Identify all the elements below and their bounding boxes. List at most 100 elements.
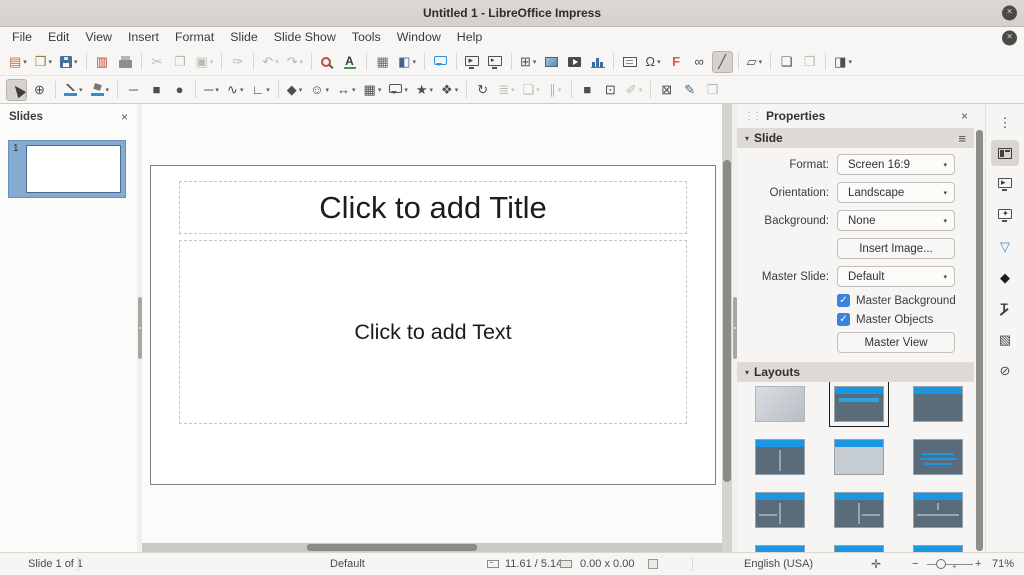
zoom-and-pan-button[interactable]: ⊕ (29, 79, 50, 101)
master-view-button[interactable]: Master View (837, 332, 955, 353)
export-pdf-button[interactable]: ▥ (92, 51, 113, 73)
special-character-button[interactable]: Ω▾ (642, 51, 663, 73)
hyperlink-button[interactable]: ∞ (689, 51, 710, 73)
menu-edit[interactable]: Edit (40, 27, 77, 48)
zoom-in-button[interactable]: + (975, 553, 981, 575)
lines-and-arrows-button[interactable]: ─▾ (201, 79, 222, 101)
menu-slide-show[interactable]: Slide Show (266, 27, 344, 48)
master-objects-checkbox[interactable]: ✓ (837, 313, 850, 326)
spelling-button[interactable] (340, 51, 361, 73)
sidebar-tab-master-slides[interactable]: ▧ (991, 326, 1019, 352)
new-presentation-button[interactable]: ▤▾ (6, 51, 30, 73)
block-arrows-button[interactable]: ↔▾ (334, 79, 359, 101)
print-button[interactable] (115, 51, 136, 73)
properties-close-icon[interactable]: × (961, 109, 968, 123)
collapse-icon[interactable]: ▾ (745, 134, 749, 143)
menu-window[interactable]: Window (389, 27, 449, 48)
display-views-button[interactable]: ◧▾ (395, 51, 419, 73)
document-close-icon[interactable]: × (1002, 30, 1017, 45)
sidebar-tab-styles[interactable] (991, 295, 1019, 321)
ellipse-button[interactable]: ● (169, 79, 190, 101)
menu-format[interactable]: Format (167, 27, 222, 48)
find-and-replace-button[interactable] (317, 51, 338, 73)
format-dropdown[interactable]: Screen 16:9 ▾ (837, 154, 955, 175)
rotate-button[interactable]: ↻ (472, 79, 493, 101)
splitter-handle[interactable] (733, 297, 737, 359)
insert-text-box-button[interactable] (619, 51, 640, 73)
line-color-button[interactable]: ▾ (61, 79, 86, 101)
symbol-shapes-button[interactable]: ☺▾ (307, 79, 332, 101)
window-close-icon[interactable]: × (1002, 6, 1017, 21)
3d-objects-button[interactable]: ❖▾ (438, 79, 461, 101)
flowchart-button[interactable]: ▦▾ (361, 79, 385, 101)
layout-title-2content-content[interactable] (755, 492, 805, 528)
line-button[interactable]: ─ (123, 79, 144, 101)
basic-shapes-button[interactable]: ◆▾ (284, 79, 306, 101)
helplines-while-moving-button[interactable]: ❏ (776, 51, 797, 73)
show-draw-functions-button[interactable]: ▱▾ (744, 51, 766, 73)
vertical-scrollbar[interactable] (722, 104, 732, 552)
slide-thumbnail[interactable]: 1 (8, 140, 126, 198)
insert-line-button[interactable]: ╱ (712, 51, 733, 73)
zoom-slider-handle[interactable] (936, 559, 946, 569)
toggle-extrusion-button[interactable]: ⊠ (656, 79, 677, 101)
fill-color-button[interactable]: ▾ (88, 79, 113, 101)
vertical-scrollbar-thumb[interactable] (723, 160, 731, 482)
save-button[interactable]: ▾ (57, 51, 81, 73)
fontwork-button[interactable]: F (666, 51, 687, 73)
layout-title-two-content[interactable] (755, 439, 805, 475)
zoom-out-button[interactable]: − (912, 553, 918, 575)
insert-media-button[interactable] (564, 51, 585, 73)
splitter-handle[interactable] (138, 297, 142, 359)
layout-blank[interactable] (755, 386, 805, 422)
sidebar-tab-properties[interactable] (991, 140, 1019, 166)
layout-title-6content[interactable] (913, 545, 963, 552)
layout-centered-text[interactable] (913, 439, 963, 475)
title-placeholder[interactable]: Click to add Title (179, 181, 687, 234)
start-from-current-slide-button[interactable] (485, 51, 506, 73)
horizontal-scrollbar-thumb[interactable] (307, 544, 477, 551)
menu-view[interactable]: View (77, 27, 120, 48)
menu-slide[interactable]: Slide (222, 27, 266, 48)
slides-panel-close-icon[interactable]: × (121, 110, 128, 124)
start-from-first-slide-button[interactable] (462, 51, 483, 73)
language-status[interactable]: English (USA) (744, 553, 813, 575)
sidebar-tab-slide-transition[interactable] (991, 171, 1019, 197)
crop-button[interactable]: ⊡ (600, 79, 621, 101)
open-button[interactable]: ❒▾ (32, 51, 55, 73)
layout-title-2content-over-content[interactable] (913, 492, 963, 528)
insert-image-button[interactable]: Insert Image... (837, 238, 955, 259)
collapse-icon[interactable]: ▾ (745, 368, 749, 377)
section-menu-icon[interactable]: ≡ (958, 131, 966, 146)
rectangle-button[interactable]: ■ (146, 79, 167, 101)
sidebar-tab-animation[interactable] (991, 202, 1019, 228)
sidebar-tab-sidebar-settings[interactable]: ⋮ (991, 109, 1019, 135)
properties-scrollbar-thumb[interactable] (976, 130, 983, 551)
orientation-dropdown[interactable]: Landscape ▾ (837, 182, 955, 203)
insert-chart-button[interactable] (587, 51, 608, 73)
layout-title-content-over-content[interactable] (755, 545, 805, 552)
master-background-checkbox[interactable]: ✓ (837, 294, 850, 307)
layout-title-only[interactable] (834, 439, 884, 475)
slide-section-header[interactable]: ▾ Slide ≡ (737, 128, 974, 148)
fit-slide-icon[interactable]: ✛ (871, 553, 881, 575)
layout-title-content-2content[interactable] (834, 492, 884, 528)
menu-insert[interactable]: Insert (120, 27, 167, 48)
sidebar-tab-navigator[interactable]: ⊘ (991, 357, 1019, 383)
stars-and-banners-button[interactable]: ★▾ (413, 79, 436, 101)
layouts-section-header[interactable]: ▾ Layouts (737, 362, 974, 382)
display-mode-button[interactable]: ◨▾ (831, 51, 855, 73)
select-button[interactable] (6, 79, 27, 101)
sidebar-tab-gallery[interactable]: ◆ (991, 264, 1019, 290)
horizontal-scrollbar[interactable] (142, 543, 722, 552)
display-grid-button[interactable]: ▦ (372, 51, 393, 73)
menu-tools[interactable]: Tools (344, 27, 389, 48)
menu-file[interactable]: File (4, 27, 40, 48)
show-comments-button[interactable] (430, 51, 451, 73)
menu-help[interactable]: Help (449, 27, 490, 48)
layout-title-slide[interactable] (834, 386, 884, 422)
connectors-button[interactable]: ∟▾ (248, 79, 272, 101)
insert-table-button[interactable]: ⊞▾ (517, 51, 539, 73)
layout-title-4content[interactable] (834, 545, 884, 552)
callouts-button[interactable]: ▾ (386, 79, 411, 101)
